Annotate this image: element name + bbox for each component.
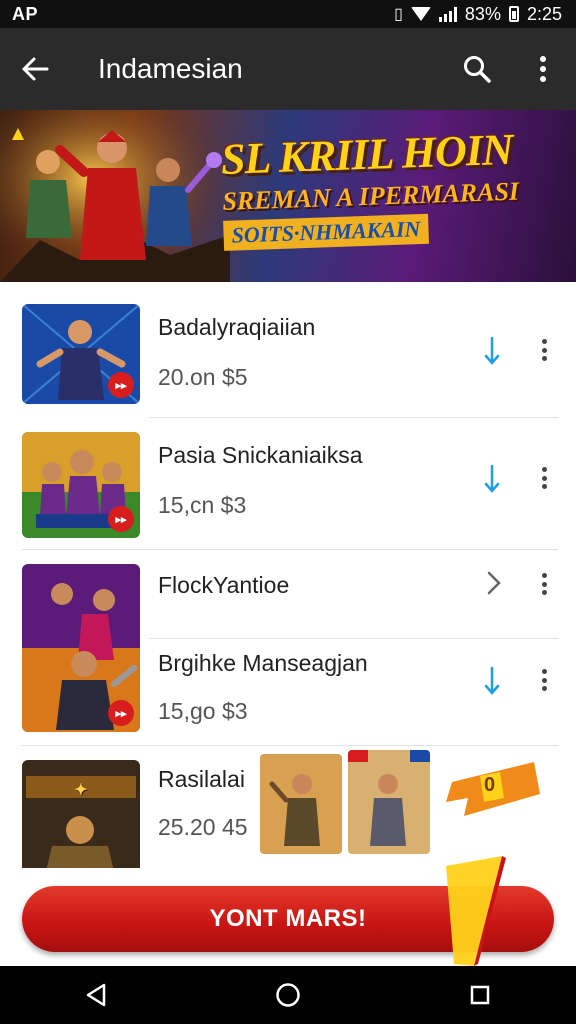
more-vert-icon[interactable] [534, 464, 554, 492]
game-thumbnail: ✦ [22, 760, 140, 868]
preview-card[interactable] [260, 754, 342, 854]
list-item[interactable]: ▸▸ Badalyraqiaiian 20.on $5 [0, 282, 576, 418]
thumbnail-badge: ▸▸ [108, 372, 134, 398]
promo-badge-value: 0 [484, 774, 496, 796]
download-icon [484, 464, 500, 493]
game-thumbnail: ▸▸ [22, 432, 140, 538]
game-name: Rasilalai [158, 766, 245, 792]
nav-recents-button[interactable] [450, 966, 510, 1024]
status-time: 2:25 [526, 3, 562, 24]
search-icon [464, 56, 491, 83]
arrow-left-icon [22, 57, 49, 81]
nav-home-button[interactable] [258, 966, 318, 1024]
banner-title: SL KRIIL HOIN [220, 124, 514, 184]
thumbnail-badge: ▸▸ [108, 700, 134, 726]
game-meta: 25.20 45 [158, 814, 248, 840]
nav-back-button[interactable] [66, 966, 126, 1024]
list-item[interactable]: ✦ Rasilalai 25.20 45 0 [0, 746, 576, 868]
download-icon [484, 666, 500, 695]
status-icons: ▯ 83% 2:25 [394, 4, 562, 25]
wifi-icon [410, 7, 431, 21]
list-item[interactable]: ▸▸ FlockYantioe Brgihke Manseagjan 15,go… [0, 550, 576, 746]
game-thumbnail: ▸▸ [22, 564, 140, 732]
preview-art [348, 750, 430, 854]
search-button[interactable] [444, 28, 510, 110]
game-meta: 20.on $5 [158, 364, 248, 390]
more-vert-icon[interactable] [534, 336, 554, 364]
game-meta: 15,cn $3 [158, 492, 247, 518]
square-recents-icon [470, 985, 490, 1005]
banner-tag: SOITS·NHMAKAIN [223, 213, 429, 251]
signal-icon [438, 6, 457, 22]
battery-percent: 83% [464, 3, 501, 24]
status-bar: AP ▯ 83% 2:25 [0, 0, 576, 28]
game-thumbnail: ▸▸ [22, 304, 140, 404]
game-meta: 15,go $3 [158, 698, 248, 724]
divider [150, 638, 558, 639]
page-title: Indamesian [98, 53, 243, 84]
more-options-button[interactable] [510, 28, 576, 110]
more-vert-icon[interactable] [534, 666, 554, 694]
game-name: Pasia Snickaniaiksa [158, 442, 363, 468]
list-item[interactable]: ▸▸ Pasia Snickaniaiksa 15,cn $3 [0, 418, 576, 550]
cta-area: YONT MARS! [0, 856, 576, 966]
banner-heroes-illustration [0, 110, 230, 282]
thumbnail-title-art: ✦ [74, 782, 88, 799]
thumbnail-badge: ▸▸ [108, 506, 134, 532]
app-bar: Indamesian [0, 28, 576, 110]
download-button[interactable] [484, 336, 500, 373]
download-button[interactable] [484, 666, 500, 703]
chevron-right-icon [487, 571, 501, 595]
banner-headline: SL KRIIL HOIN SREMAN A IPERMARASI SOITS·… [220, 122, 564, 251]
game-name: Badalyraqiaiian [158, 314, 316, 340]
game-art [22, 760, 140, 868]
back-button[interactable] [0, 28, 70, 110]
battery-icon [508, 6, 519, 22]
promo-badge[interactable]: 0 [444, 754, 544, 824]
game-list: ▸▸ Badalyraqiaiian 20.on $5 ▸▸ Pasia Sni… [0, 282, 576, 868]
game-name: FlockYantioe [158, 572, 290, 598]
download-icon [484, 336, 500, 365]
circle-home-icon [276, 983, 300, 1007]
download-button[interactable] [484, 464, 500, 501]
status-carrier: AP [12, 3, 39, 24]
more-vert-icon [540, 56, 546, 82]
expand-button[interactable] [486, 570, 502, 603]
cta-decoration [446, 856, 506, 966]
vibrate-icon: ▯ [394, 6, 403, 23]
game-name: Brgihke Manseagjan [158, 650, 368, 676]
triangle-back-icon [86, 983, 106, 1007]
preview-card[interactable] [348, 750, 430, 854]
preview-art [260, 754, 342, 854]
promo-banner[interactable]: SL KRIIL HOIN SREMAN A IPERMARASI SOITS·… [0, 110, 576, 282]
more-vert-icon[interactable] [534, 570, 554, 598]
system-nav-bar [0, 966, 576, 1024]
